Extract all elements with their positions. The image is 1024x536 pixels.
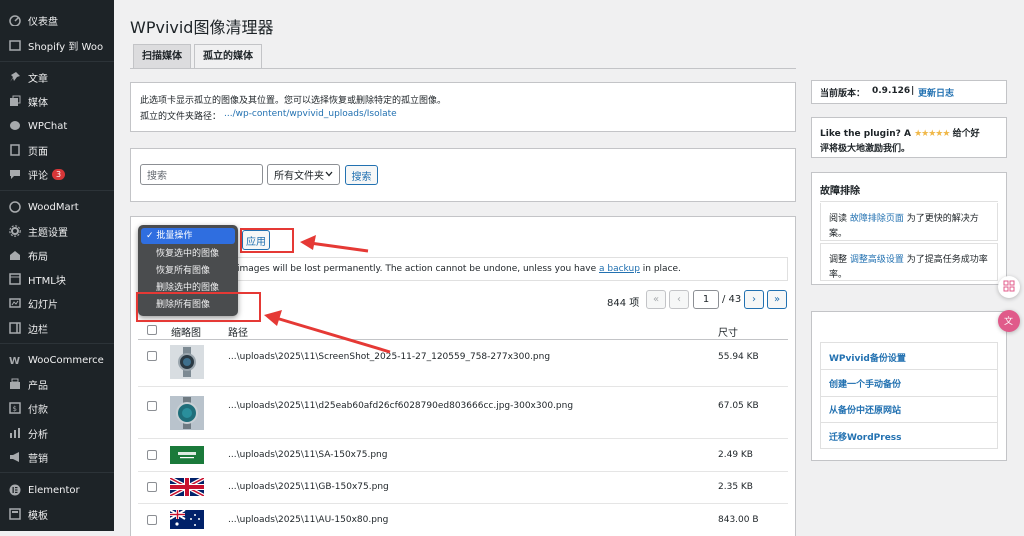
- rate-plugin-box: Like the plugin? A ★★★★★ 给个好 评将极大地激励我们。: [811, 117, 1007, 158]
- translate-icon: 文: [1003, 314, 1015, 329]
- tutorial-divider: [821, 422, 997, 423]
- like-text-end: 给个好: [952, 129, 980, 139]
- like-text-start: Like the plugin? A: [820, 129, 911, 139]
- apps-grid-icon: [1003, 280, 1015, 295]
- floating-apps-button[interactable]: [998, 276, 1020, 298]
- svg-text:文: 文: [1004, 315, 1013, 326]
- like-plugin-text: Like the plugin? A ★★★★★ 给个好: [820, 126, 980, 139]
- ts2-post: 为了提高任务成功率: [906, 255, 988, 265]
- arrow-to-delete-all-icon: [264, 310, 391, 354]
- star-rating-icon[interactable]: ★★★★★: [914, 129, 950, 139]
- tutorials-list: WPvivid备份设置 创建一个手动备份 从备份中还原网站 迁移WordPres…: [820, 342, 998, 449]
- advanced-settings-link[interactable]: 调整高级设置: [850, 255, 904, 265]
- troubleshoot-item-text: 调整 调整高级设置 为了提高任务成功率: [829, 252, 988, 265]
- troubleshooting-title: 故障排除: [820, 186, 860, 197]
- ts2-cont: 率。: [829, 270, 848, 280]
- tutorial-link[interactable]: 创建一个手动备份: [829, 377, 901, 390]
- troubleshooting-page-link[interactable]: 故障排除页面: [850, 214, 904, 224]
- arrow-to-apply-icon: [300, 235, 369, 253]
- version-label: 当前版本：: [820, 89, 866, 99]
- ts1-pre: 阅读: [829, 214, 848, 224]
- like-text-line2: 评将极大地激励我们。: [820, 144, 911, 154]
- troubleshooting-divider: [820, 201, 998, 202]
- ts1-cont: 案。: [829, 229, 848, 239]
- troubleshooting-box: 故障排除 阅读 故障排除页面 为了更快的解决方 案。 调整 调整高级设置 为了提…: [811, 172, 1007, 285]
- ts1-post: 为了更快的解决方: [906, 214, 979, 224]
- tutorial-link[interactable]: WPvivid备份设置: [829, 351, 906, 364]
- version-box: 当前版本： 0.9.126 | 更新日志: [811, 80, 1007, 104]
- troubleshoot-item: 阅读 故障排除页面 为了更快的解决方 案。: [820, 203, 998, 241]
- troubleshoot-item: 调整 调整高级设置 为了提高任务成功率 率。: [820, 243, 998, 281]
- tutorial-divider: [821, 396, 997, 397]
- tutorial-link[interactable]: 从备份中还原网站: [829, 403, 901, 416]
- troubleshoot-item-text: 阅读 故障排除页面 为了更快的解决方: [829, 211, 979, 224]
- tutorials-box: WPvivid备份设置 创建一个手动备份 从备份中还原网站 迁移WordPres…: [811, 311, 1007, 461]
- version-number: 0.9.126: [872, 86, 911, 96]
- changelog-link[interactable]: 更新日志: [918, 86, 954, 99]
- floating-translate-button[interactable]: 文: [998, 310, 1020, 332]
- version-divider: |: [911, 86, 915, 96]
- tutorial-divider: [821, 369, 997, 370]
- tutorial-link[interactable]: 迁移WordPress: [829, 430, 902, 443]
- ts2-pre: 调整: [829, 255, 848, 265]
